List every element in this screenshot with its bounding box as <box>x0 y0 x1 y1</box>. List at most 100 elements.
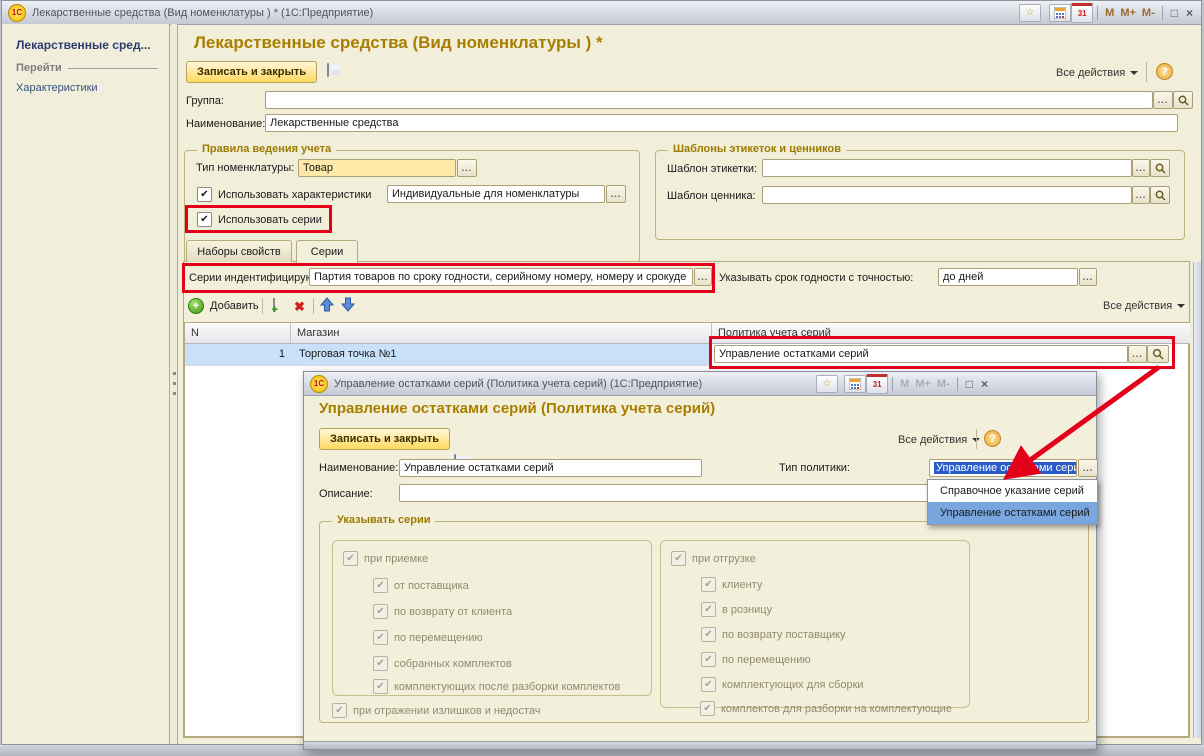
dialog-name-input[interactable]: Управление остатками серий <box>399 459 702 477</box>
move-up-icon[interactable] <box>320 297 334 312</box>
annotation-box-series-identify <box>182 263 715 293</box>
shipment-item-row: ✔ клиенту <box>701 577 762 592</box>
save-and-close-button[interactable]: Записать и закрыть <box>186 61 317 83</box>
sidebar: Лекарственные сред... Перейти Характерис… <box>2 24 170 744</box>
receipt-item-row: ✔ по возврату от клиента <box>373 604 512 619</box>
surplus-checkbox: ✔ <box>332 703 347 718</box>
col-header-n[interactable]: N <box>185 323 291 344</box>
delete-row-icon[interactable]: ✖ <box>294 300 305 313</box>
dialog-maximize-button[interactable]: □ <box>962 377 977 391</box>
receipt-row: ✔ при приемке <box>343 551 428 566</box>
sidebar-item-characteristics[interactable]: Характеристики <box>16 82 98 94</box>
chevron-down-icon <box>1130 71 1138 79</box>
shipment-checkbox: ✔ <box>671 551 686 566</box>
description-label: Описание: <box>319 488 373 500</box>
tab-property-sets[interactable]: Наборы свойств <box>186 240 292 262</box>
characteristics-mode-select-button[interactable]: ... <box>606 185 626 203</box>
shipment-item-row: ✔ в розницу <box>701 602 772 617</box>
copy-row-icon[interactable] <box>273 298 275 312</box>
memory-mplus-button[interactable]: M+ <box>1117 7 1139 19</box>
window-title: Лекарственные средства (Вид номенклатуры… <box>32 7 373 19</box>
use-characteristics-row: ✔ Использовать характеристики <box>197 187 371 202</box>
tab-series[interactable]: Серии <box>296 240 358 263</box>
add-row-button[interactable]: + Добавить <box>188 298 259 314</box>
sidebar-section-go: Перейти <box>16 62 158 74</box>
maximize-button[interactable]: □ <box>1167 6 1182 20</box>
name-field-label: Наименование: <box>186 118 265 130</box>
memory-m-button[interactable]: M <box>1102 7 1117 19</box>
nom-type-label: Тип номенклатуры: <box>196 162 294 174</box>
dialog-save-and-close-button[interactable]: Записать и закрыть <box>319 428 450 450</box>
label-template-select-button[interactable]: ... <box>1132 159 1150 177</box>
shipment-item-checkbox: ✔ <box>701 627 716 642</box>
group-search-icon[interactable] <box>1173 91 1193 109</box>
nom-type-input[interactable]: Товар <box>298 159 456 177</box>
series-all-actions-button[interactable]: Все действия <box>1103 300 1185 312</box>
move-down-icon[interactable] <box>341 297 355 312</box>
expiry-precision-input[interactable]: до дней <box>938 268 1078 286</box>
name-input[interactable]: Лекарственные средства <box>265 114 1178 132</box>
shipment-item-label: по возврату поставщику <box>722 629 846 641</box>
group-select-button[interactable]: ... <box>1153 91 1173 109</box>
shipment-row: ✔ при отгрузке <box>671 551 756 566</box>
receipt-item-row: ✔ от поставщика <box>373 578 469 593</box>
dialog-close-button[interactable]: × <box>977 377 992 391</box>
receipt-item-label: комплектующих после разборки комплектов <box>394 681 620 693</box>
dialog-window-title: Управление остатками серий (Политика уче… <box>334 378 702 390</box>
annotation-box-use-series <box>185 205 332 233</box>
receipt-label: при приемке <box>364 553 428 565</box>
dialog-all-actions-button[interactable]: Все действия <box>898 434 980 446</box>
surplus-row: ✔ при отражении излишков и недостач <box>332 703 540 718</box>
receipt-panel: ✔ при приемке ✔ от поставщика ✔ по возвр… <box>332 540 652 696</box>
memory-mminus-button[interactable]: M- <box>1139 7 1158 19</box>
sidebar-splitter[interactable] <box>171 24 178 744</box>
table-row[interactable]: 1 Торговая точка №1 <box>185 344 712 366</box>
receipt-item-label: по возврату от клиента <box>394 606 512 618</box>
price-template-search-icon[interactable] <box>1150 186 1170 204</box>
favorites-star-icon[interactable]: ☆ <box>1019 4 1041 22</box>
expiry-precision-label: Указывать срок годности с точностью: <box>719 272 913 284</box>
receipt-item-label: от поставщика <box>394 580 469 592</box>
add-icon: + <box>188 298 204 314</box>
calculator-icon[interactable] <box>1049 4 1071 22</box>
all-actions-button[interactable]: Все действия <box>1056 67 1138 79</box>
receipt-item-checkbox: ✔ <box>373 604 388 619</box>
calendar-icon[interactable]: 31 <box>1071 3 1093 23</box>
1c-logo-icon: 1С <box>310 375 328 393</box>
dialog-calculator-icon[interactable] <box>844 375 866 393</box>
specify-series-group: Указывать серии ✔ при приемке ✔ от поста… <box>319 521 1089 723</box>
shipment-item-label: комплектов для разборки на комплектующие <box>721 703 952 715</box>
col-header-store[interactable]: Магазин <box>291 323 712 344</box>
price-template-label: Шаблон ценника: <box>667 190 756 202</box>
label-template-input[interactable] <box>762 159 1132 177</box>
dialog-titlebar[interactable]: 1С Управление остатками серий (Политика … <box>304 372 1096 396</box>
group-input[interactable] <box>265 91 1153 109</box>
shipment-item-checkbox: ✔ <box>700 701 715 716</box>
vertical-scrollbar[interactable] <box>1193 262 1201 738</box>
group-field-label: Группа: <box>186 95 224 107</box>
use-characteristics-label: Использовать характеристики <box>218 189 371 201</box>
use-characteristics-checkbox[interactable]: ✔ <box>197 187 212 202</box>
policy-type-label: Тип политики: <box>779 462 850 474</box>
receipt-item-label: собранных комплектов <box>394 658 512 670</box>
close-button[interactable]: × <box>1182 6 1197 20</box>
nom-type-select-button[interactable]: ... <box>457 159 477 177</box>
expiry-precision-select-button[interactable]: ... <box>1079 268 1097 286</box>
save-icon[interactable] <box>327 63 329 77</box>
1c-logo-icon: 1С <box>8 4 26 22</box>
main-titlebar[interactable]: 1С Лекарственные средства (Вид номенклат… <box>2 1 1201 25</box>
characteristics-mode-input[interactable]: Индивидуальные для номенклатуры <box>387 185 605 203</box>
label-template-search-icon[interactable] <box>1150 159 1170 177</box>
specify-series-title: Указывать серии <box>332 514 435 526</box>
help-button[interactable]: ? <box>1156 63 1173 80</box>
dropdown-item-selected[interactable]: Управление остатками серий <box>928 502 1097 524</box>
price-template-input[interactable] <box>762 186 1132 204</box>
shipment-item-row: ✔ комплектующих для сборки <box>701 677 864 692</box>
dialog-memory-mminus-button: M- <box>934 378 953 390</box>
screen: 1С Лекарственные средства (Вид номенклат… <box>0 0 1204 756</box>
receipt-item-row: ✔ по перемещению <box>373 630 483 645</box>
price-template-select-button[interactable]: ... <box>1132 186 1150 204</box>
dialog-calendar-icon[interactable]: 31 <box>866 374 888 394</box>
shipment-item-label: по перемещению <box>722 654 811 666</box>
dialog-favorites-star-icon[interactable]: ☆ <box>816 375 838 393</box>
